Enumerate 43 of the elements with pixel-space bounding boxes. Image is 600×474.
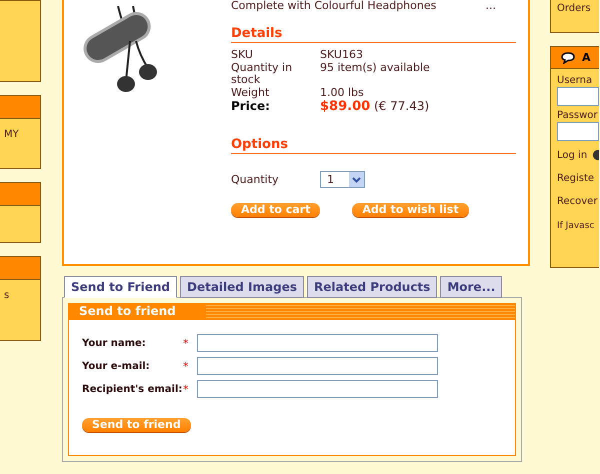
detail-label: Quantity in stock bbox=[231, 62, 294, 86]
password-label: Passwor bbox=[557, 110, 599, 121]
orders-link[interactable]: Orders bbox=[557, 3, 591, 14]
quantity-select[interactable]: 1 bbox=[320, 171, 365, 188]
username-label: Userna bbox=[557, 75, 594, 86]
input-field[interactable] bbox=[197, 380, 438, 398]
required-mark: * bbox=[183, 360, 190, 372]
field-label: Recipient's email: bbox=[82, 384, 183, 394]
tab[interactable]: More... bbox=[440, 276, 502, 298]
chevron-down-icon bbox=[349, 172, 364, 187]
panel-title: Send to friend bbox=[69, 303, 206, 320]
login-label: Log in bbox=[557, 150, 588, 160]
field-label: Your name: bbox=[82, 338, 147, 348]
section-heading: Details bbox=[231, 26, 516, 43]
tab[interactable]: Send to Friend bbox=[64, 276, 177, 298]
speech-bubble-icon bbox=[561, 52, 575, 64]
detail-label: SKU bbox=[231, 49, 254, 61]
required-mark: * bbox=[183, 382, 190, 396]
username-field[interactable] bbox=[557, 87, 599, 106]
sidebar-link[interactable]: Registe bbox=[557, 173, 599, 184]
password-field[interactable] bbox=[557, 122, 599, 141]
detail-label: Weight bbox=[231, 87, 270, 99]
tab[interactable]: Related Products bbox=[307, 276, 438, 298]
note-text: If Javasc bbox=[557, 221, 596, 231]
input-field[interactable] bbox=[197, 334, 438, 352]
more-text: ... bbox=[486, 0, 496, 12]
detail-value: 95 item(s) available bbox=[320, 62, 431, 76]
description-text: Complete with Colourful Headphones bbox=[231, 0, 436, 12]
field-label: Your e-mail: bbox=[82, 360, 151, 372]
price-value: $89.00 (€ 77.43) bbox=[320, 100, 430, 113]
sidebar-panel bbox=[0, 206, 41, 243]
detail-value: SKU163 bbox=[320, 49, 364, 61]
required-mark: * bbox=[183, 336, 190, 350]
sidebar-link[interactable]: Recover bbox=[557, 196, 599, 207]
input-field[interactable] bbox=[197, 357, 438, 375]
tab[interactable]: Detailed Images bbox=[180, 276, 304, 298]
section-heading: Options bbox=[231, 137, 516, 154]
sidebar-text: s bbox=[4, 290, 10, 301]
quantity-label: Quantity bbox=[231, 173, 280, 186]
detail-value: 1.00 lbs bbox=[320, 87, 365, 99]
sidebar-text: MY bbox=[4, 129, 19, 140]
price-label: Price: bbox=[231, 100, 271, 113]
login-title: A bbox=[582, 51, 591, 64]
